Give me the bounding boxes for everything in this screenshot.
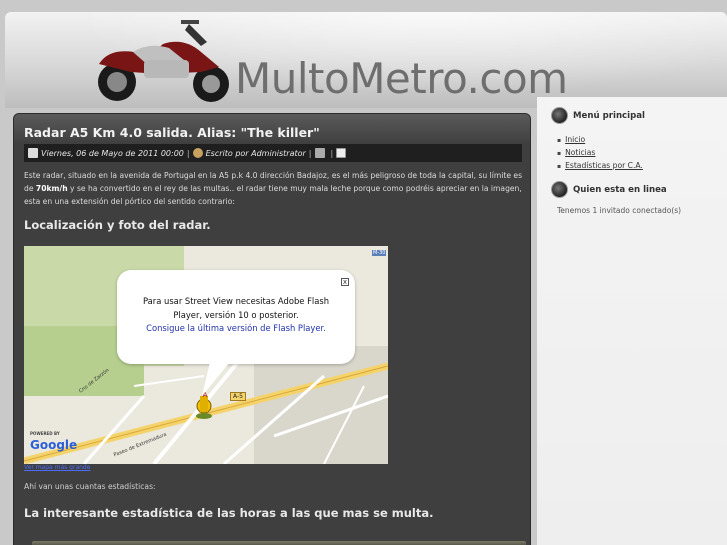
calendar-icon	[28, 148, 38, 158]
print-icon[interactable]	[314, 148, 325, 158]
section-heading-location: Localización y foto del radar.	[24, 218, 211, 232]
popup-pointer	[202, 362, 230, 396]
main-menu-list: Inicio Noticias Estadísticas por C.A.	[557, 133, 643, 172]
speed-limit: 70km/h	[35, 184, 68, 193]
motorcycle-logo-image[interactable]	[89, 12, 234, 104]
article-panel: Radar A5 Km 4.0 salida. Alias: "The kill…	[13, 113, 531, 545]
powered-by-label: POWERED BY	[30, 431, 60, 436]
menu-item-label[interactable]: Estadísticas por C.A.	[565, 161, 643, 170]
wheel-icon	[551, 181, 568, 198]
stats-intro: Ahí van unas cuantas estadísticas:	[24, 482, 156, 491]
online-title: Quien esta en linea	[573, 184, 667, 195]
larger-map-link[interactable]: Ver mapa más grande	[24, 464, 90, 471]
google-wordmark: Google	[30, 438, 78, 452]
site-header: MultoMetro.com	[5, 12, 727, 108]
article-title[interactable]: Radar A5 Km 4.0 salida. Alias: "The kill…	[24, 125, 320, 140]
street-view-map[interactable]: A A-5 M-30 Cno de Zarzón Paseo de Extrem…	[24, 246, 388, 464]
site-title: MultoMetro.com	[235, 54, 568, 103]
chart-top-edge	[32, 541, 526, 545]
meta-separator: |	[330, 148, 334, 158]
menu-item-label[interactable]: Inicio	[565, 135, 585, 144]
section-heading-hours: La interesante estadística de las horas …	[24, 506, 434, 520]
road-label-m30: M-30	[372, 250, 387, 256]
sidebar-heading-menu: Menú principal	[551, 107, 645, 124]
meta-separator: |	[308, 148, 312, 158]
google-logo[interactable]: POWERED BY Google	[30, 431, 78, 452]
article-meta-bar: Viernes, 06 de Mayo de 2011 00:00 | Escr…	[24, 144, 522, 162]
email-icon[interactable]	[336, 148, 347, 158]
menu-item-estadisticas[interactable]: Estadísticas por C.A.	[557, 159, 643, 172]
close-icon[interactable]: x	[341, 278, 349, 286]
author-icon	[192, 148, 203, 158]
wheel-icon	[551, 107, 568, 124]
article-author: Escrito por Administrator	[205, 148, 306, 158]
menu-item-label[interactable]: Noticias	[565, 148, 595, 157]
menu-item-inicio[interactable]: Inicio	[557, 133, 643, 146]
online-users-text: Tenemos 1 invitado conectado(s)	[557, 206, 682, 215]
popup-line-1: Para usar Street View necesitas Adobe Fl…	[142, 296, 330, 306]
flash-player-link[interactable]: Consigue la última versión de Flash Play…	[117, 322, 355, 336]
meta-separator: |	[186, 148, 190, 158]
article-intro: Este radar, situado en la avenida de Por…	[24, 169, 524, 208]
sidebar-heading-online: Quien esta en linea	[551, 181, 667, 198]
article-date: Viernes, 06 de Mayo de 2011 00:00	[41, 148, 184, 158]
menu-title: Menú principal	[573, 110, 645, 121]
popup-line-2: Player, versión 10 o posterior.	[173, 309, 299, 320]
intro-text-part2: y se ha convertido en el rey de las mult…	[24, 184, 522, 206]
sidebar: Menú principal Inicio Noticias Estadísti…	[537, 97, 727, 545]
flash-required-popup: x Para usar Street View necesitas Adobe …	[117, 270, 355, 364]
menu-item-noticias[interactable]: Noticias	[557, 146, 643, 159]
